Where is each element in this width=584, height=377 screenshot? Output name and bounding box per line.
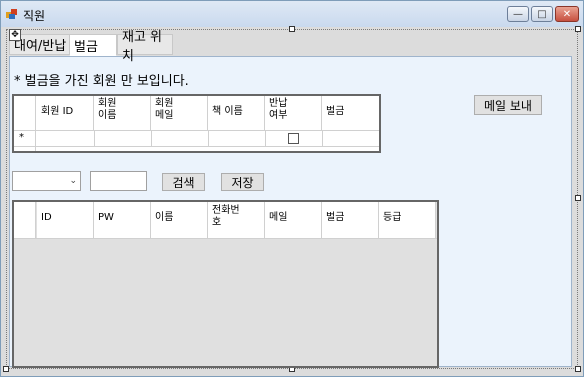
search-input[interactable]	[90, 171, 147, 191]
app-icon	[6, 9, 17, 19]
grid-cell-divider	[265, 130, 266, 146]
new-row-marker: *	[19, 132, 24, 143]
maximize-button[interactable]: □	[531, 6, 553, 22]
tab-label: 대여/반납	[14, 39, 67, 54]
title-bar[interactable]: 직원 — □ ✕	[1, 1, 583, 27]
column-header-name[interactable]: 이름	[151, 202, 208, 238]
search-button[interactable]: 검색	[162, 173, 205, 191]
maximize-icon: □	[537, 8, 547, 20]
grid-row-header	[14, 96, 36, 151]
button-label: 저장	[231, 175, 254, 190]
move-handle-icon[interactable]: ✥	[9, 29, 21, 41]
employee-window: 직원 — □ ✕ 대여/반납 벌금 재고 위치 ✥ * 벌금을 가진 회원 만 …	[0, 0, 584, 377]
grid-row-divider	[14, 130, 379, 131]
close-icon: ✕	[562, 8, 572, 20]
grid-header-divider	[14, 238, 437, 239]
column-header-book-name[interactable]: 책 이름	[208, 96, 265, 130]
grid-cell-divider	[94, 130, 95, 146]
button-label: 메일 보내	[484, 98, 532, 113]
resize-handle-bottom-right[interactable]	[575, 366, 581, 372]
grid-cell-divider	[151, 130, 152, 146]
grid-cell-divider	[322, 130, 323, 146]
column-header-fine[interactable]: 벌금	[322, 96, 379, 130]
resize-handle-top-right[interactable]	[575, 26, 581, 32]
column-header-mail[interactable]: 메일	[265, 202, 322, 238]
resize-handle-right[interactable]	[575, 195, 581, 201]
chevron-down-icon[interactable]: ⌄	[69, 176, 77, 186]
tab-fine[interactable]: 벌금	[69, 34, 117, 56]
column-header-fine[interactable]: 벌금	[322, 202, 379, 238]
grid-row-divider	[14, 146, 379, 147]
column-header-id[interactable]: ID	[37, 202, 94, 238]
column-header-member-mail[interactable]: 회원 메일	[151, 96, 208, 130]
column-header-member-name[interactable]: 회원 이름	[94, 96, 151, 130]
tab-label: 벌금	[74, 39, 98, 55]
fine-notice-label: * 벌금을 가진 회원 만 보입니다.	[14, 74, 189, 89]
resize-handle-top[interactable]	[289, 26, 295, 32]
send-mail-button[interactable]: 메일 보내	[474, 95, 542, 115]
minimize-icon: —	[513, 8, 523, 20]
column-header-phone[interactable]: 전화번 호	[208, 202, 265, 238]
close-button[interactable]: ✕	[555, 6, 579, 22]
column-header-pw[interactable]: PW	[94, 202, 151, 238]
tab-label: 재고 위치	[122, 29, 163, 64]
fine-grid[interactable]: 회원 ID 회원 이름 회원 메일 책 이름 반납 여부 벌금 *	[12, 94, 381, 153]
grid-cell-divider	[208, 130, 209, 146]
returned-checkbox[interactable]	[288, 133, 299, 144]
tab-stock-location[interactable]: 재고 위치	[117, 30, 173, 64]
window-title: 직원	[23, 9, 46, 23]
save-button[interactable]: 저장	[221, 173, 264, 191]
search-field-combo[interactable]: ⌄	[12, 171, 81, 191]
column-header-returned[interactable]: 반납 여부	[265, 96, 322, 130]
button-label: 검색	[172, 175, 195, 190]
column-header-member-id[interactable]: 회원 ID	[37, 96, 94, 130]
column-header-grade[interactable]: 등급	[379, 202, 436, 238]
grid-row-header	[14, 202, 36, 238]
member-grid[interactable]: ID PW 이름 전화번 호 메일 벌금 등급	[12, 200, 439, 368]
minimize-button[interactable]: —	[507, 6, 529, 22]
